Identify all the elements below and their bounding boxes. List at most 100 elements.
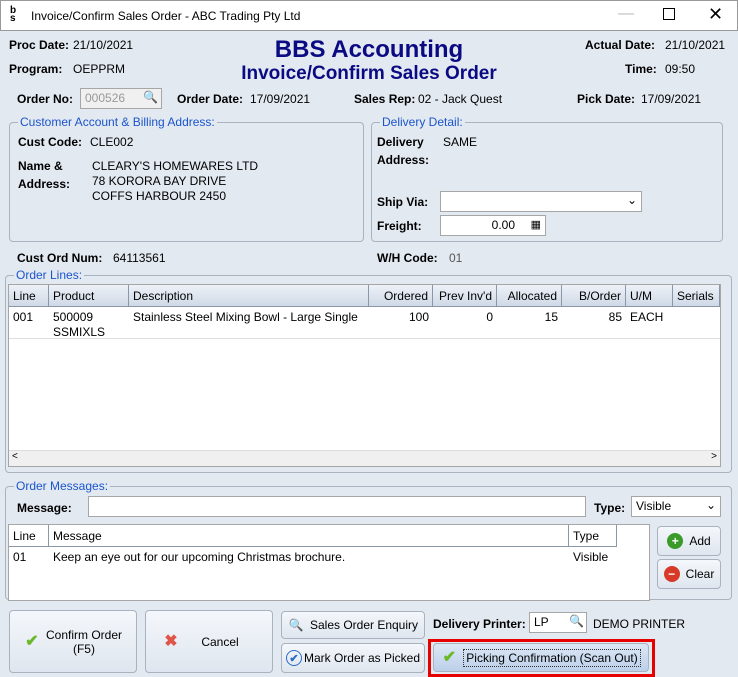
column-header[interactable]: Message (49, 525, 569, 547)
title-bar: bs Invoice/Confirm Sales Order - ABC Tra… (0, 0, 738, 31)
wh-code: 01 (449, 251, 463, 265)
column-header[interactable]: U/M (626, 285, 673, 307)
program-label: Program: (9, 62, 63, 76)
address-line: 78 KORORA BAY DRIVE (92, 174, 227, 188)
proc-date: 21/10/2021 (73, 38, 134, 52)
program: OEPPRM (73, 62, 126, 76)
checkmark-icon: ✔ (25, 632, 39, 650)
customer-legend: Customer Account & Billing Address: (18, 115, 217, 129)
column-header[interactable]: Type (569, 525, 617, 547)
column-header[interactable]: Description (129, 285, 369, 307)
page-title: Invoice/Confirm Sales Order (241, 63, 497, 84)
search-icon[interactable]: 🔍 (569, 614, 584, 628)
sales-rep-label: Sales Rep: (354, 92, 416, 106)
cust-ord-num-label: Cust Ord Num: (17, 251, 103, 265)
proc-date-label: Proc Date: (9, 38, 70, 52)
customer-group: Customer Account & Billing Address: Cust… (9, 115, 364, 242)
actual-date-label: Actual Date: (585, 38, 656, 52)
scroll-left-icon[interactable]: < (12, 451, 18, 462)
name-label: Name & (18, 159, 63, 173)
cancel-button[interactable]: ✖ Cancel (145, 610, 273, 673)
address-label: Address: (18, 177, 71, 191)
cell-um: EACH (630, 310, 664, 324)
wh-code-label: W/H Code: (377, 251, 438, 265)
type-label: Type: (594, 501, 626, 515)
close-button[interactable]: ✕ (708, 4, 723, 25)
cust-code: CLE002 (90, 135, 134, 149)
cust-ord-num: 64113561 (113, 251, 166, 265)
delivery-printer-input[interactable]: LP 🔍 (529, 612, 587, 633)
clear-button[interactable]: − Clear (657, 559, 721, 589)
app-title: BBS Accounting (274, 36, 464, 63)
column-header[interactable]: Serials (673, 285, 720, 307)
freight-input[interactable]: 0.00 ▦ (440, 215, 546, 236)
add-button[interactable]: + Add (657, 526, 721, 556)
delivery-address-label: Address: (377, 153, 430, 167)
table-row[interactable]: 01 Keep an eye out for our upcoming Chri… (9, 547, 649, 565)
messages-table[interactable]: Line Message Type 01 Keep an eye out for… (8, 524, 650, 601)
column-header[interactable]: B/Order (562, 285, 626, 307)
picking-confirmation-button[interactable]: ✔ Picking Confirmation (Scan Out) (433, 643, 649, 672)
type-select[interactable]: Visible ⌄ (631, 496, 721, 517)
time: 09:50 (665, 62, 696, 76)
column-header[interactable]: Line (9, 525, 49, 547)
address-line: CLEARY'S HOMEWARES LTD (92, 159, 259, 173)
ship-via-select[interactable]: ⌄ (440, 191, 642, 212)
minimize-button[interactable]: — (618, 5, 634, 23)
cell-prev-invd: 0 (486, 310, 493, 324)
address-line: COFFS HARBOUR 2450 (92, 189, 227, 203)
cell-border: 85 (608, 310, 622, 324)
delivery-address: SAME (443, 135, 478, 149)
horizontal-scrollbar[interactable]: < > (9, 450, 720, 466)
message-input[interactable] (88, 496, 586, 517)
order-no-label: Order No: (17, 92, 74, 106)
x-icon: ✖ (164, 632, 178, 650)
search-icon[interactable]: 🔍 (143, 90, 158, 104)
ship-via-label: Ship Via: (377, 195, 429, 209)
order-lines-table[interactable]: Line Product Description Ordered Prev In… (8, 284, 721, 467)
maximize-button[interactable] (663, 8, 675, 20)
app-logo-icon: bs (10, 5, 17, 24)
sales-rep: 02 - Jack Quest (418, 92, 503, 106)
cell-line: 001 (13, 310, 34, 324)
search-icon: 🔍 (288, 618, 304, 632)
confirm-order-button[interactable]: ✔ Confirm Order (F5) (9, 610, 137, 673)
cell-product: 500009 (53, 310, 94, 324)
column-header[interactable]: Product (49, 285, 129, 307)
checkmark-icon: ✔ (442, 648, 456, 666)
scroll-right-icon[interactable]: > (711, 451, 717, 462)
table-row[interactable]: 001 500009 SSMIXLS Stainless Steel Mixin… (9, 307, 720, 339)
pick-date-label: Pick Date: (577, 92, 636, 106)
freight-label: Freight: (377, 219, 422, 233)
order-date: 17/09/2021 (250, 92, 311, 106)
delivery-label: Delivery (377, 135, 424, 149)
column-header[interactable]: Prev Inv'd (433, 285, 497, 307)
order-messages-legend: Order Messages: (14, 479, 111, 493)
printer-name: DEMO PRINTER (593, 617, 686, 631)
message-label: Message: (17, 501, 72, 515)
cell-allocated: 15 (544, 310, 558, 324)
order-lines-legend: Order Lines: (14, 268, 85, 282)
column-header[interactable]: Line (9, 285, 49, 307)
cell-type: Visible (573, 550, 609, 564)
check-circle-icon: ✔ (285, 650, 302, 666)
pick-date: 17/09/2021 (641, 92, 702, 106)
cell-line: 01 (13, 550, 27, 564)
window-title: Invoice/Confirm Sales Order - ABC Tradin… (31, 9, 301, 23)
chevron-down-icon: ⌄ (705, 498, 716, 512)
plus-icon: + (667, 533, 684, 549)
cell-ordered: 100 (408, 310, 429, 324)
calculator-icon[interactable]: ▦ (531, 218, 541, 231)
mark-order-picked-button[interactable]: ✔ Mark Order as Picked (281, 643, 425, 673)
cell-description: Stainless Steel Mixing Bowl - Large Sing… (133, 310, 358, 324)
column-header[interactable]: Allocated (497, 285, 562, 307)
chevron-down-icon: ⌄ (626, 193, 637, 207)
order-no-input[interactable]: 000526 🔍 (80, 88, 162, 109)
actual-date: 21/10/2021 (665, 38, 726, 52)
delivery-group: Delivery Detail: Delivery Address: SAME … (371, 115, 723, 242)
time-label: Time: (625, 62, 657, 76)
delivery-legend: Delivery Detail: (380, 115, 465, 129)
delivery-printer-label: Delivery Printer: (433, 617, 526, 631)
sales-order-enquiry-button[interactable]: 🔍 Sales Order Enquiry (281, 611, 425, 639)
column-header[interactable]: Ordered (369, 285, 433, 307)
